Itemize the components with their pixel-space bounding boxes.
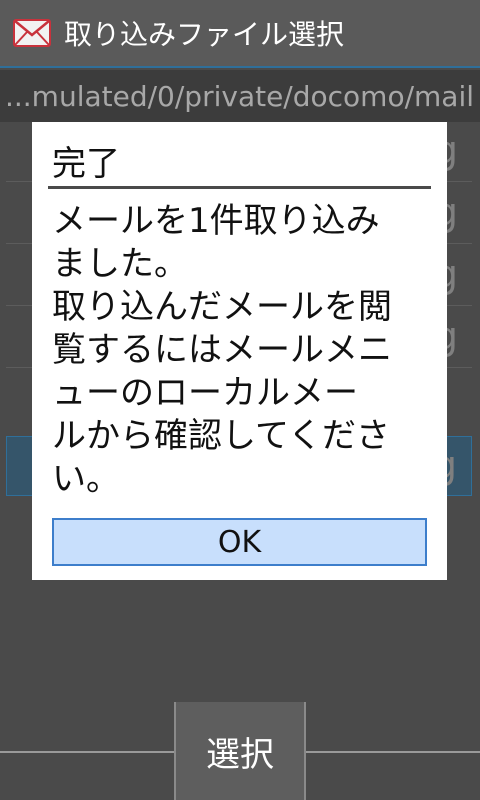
title-bar: 取り込みファイル選択 [0,0,480,68]
path-bar: ...mulated/0/private/docomo/mail [0,70,480,122]
page-title: 取り込みファイル選択 [64,18,345,51]
completion-dialog: 完了 メールを1件取り込み ました。 取り込んだメールを閲 覧するにはメールメニ… [32,122,447,580]
bottom-divider-right [306,751,480,753]
current-path: ...mulated/0/private/docomo/mail [4,79,474,113]
dialog-title: 完了 [52,144,120,184]
select-button[interactable]: 選択 [174,702,306,800]
dialog-message: メールを1件取り込み ました。 取り込んだメールを閲 覧するにはメールメニ ュー… [52,201,392,499]
mail-envelope-icon [13,19,51,47]
dialog-divider [48,186,431,189]
ok-button[interactable]: OK [52,518,427,566]
bottom-divider-left [0,751,174,753]
bottom-bar: 選択 [0,702,480,800]
